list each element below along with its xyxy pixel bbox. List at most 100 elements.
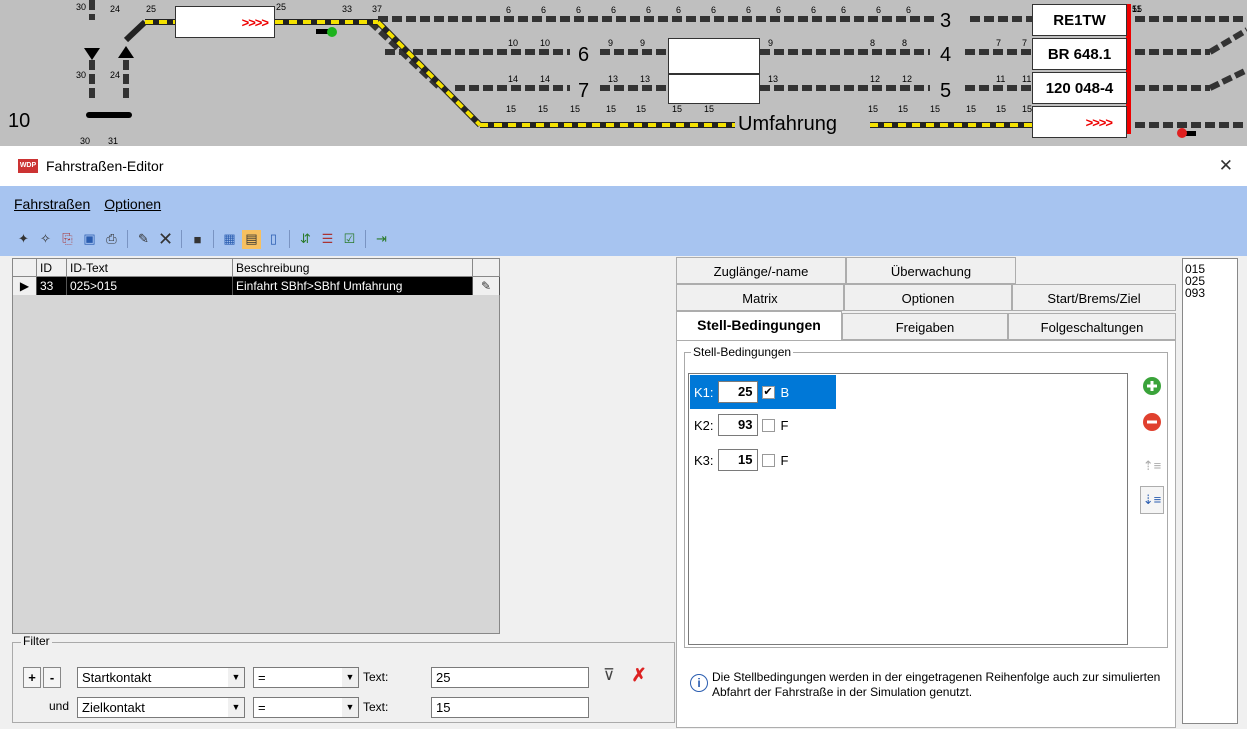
track-number: 6 xyxy=(711,5,717,15)
condition-checkbox[interactable] xyxy=(761,453,775,467)
train-label-2[interactable]: BR 648.1 xyxy=(1032,38,1127,70)
track-number: 30 xyxy=(80,136,91,146)
print-icon[interactable]: ⎙ xyxy=(102,230,121,249)
condition-flag: F xyxy=(780,452,789,468)
condition-value-input[interactable]: 93 xyxy=(717,414,758,436)
condition-row[interactable]: K1: 25 ✔ B xyxy=(690,375,836,409)
check-icon[interactable]: ☑ xyxy=(340,230,359,249)
info-icon: i xyxy=(690,674,708,692)
edit-row-icon[interactable]: ✎ xyxy=(473,277,500,295)
condition-list[interactable]: K1: 25 ✔ B K2: 93 F K3: 15 F xyxy=(688,373,1128,645)
filter-field-select-1[interactable]: Startkontakt ▼ xyxy=(77,667,245,688)
track-number: 10 xyxy=(540,38,551,48)
table-cell-description[interactable]: Einfahrt SBhf>SBhf Umfahrung xyxy=(233,277,473,295)
track-number: 24 xyxy=(110,4,121,14)
condition-row[interactable]: K2: 93 F xyxy=(690,408,836,442)
track-diagram: 30 24 25 25 33 37 30 24 30 31 >>>> 3 4 5… xyxy=(0,0,1247,146)
train-label-1[interactable]: RE1TW xyxy=(1032,4,1127,36)
add-condition-button[interactable] xyxy=(1140,372,1164,400)
track-number: 8 xyxy=(902,38,908,48)
condition-label: K2: xyxy=(694,417,714,433)
move-down-icon[interactable]: ⇣≡ xyxy=(1140,486,1164,514)
column-header-extra xyxy=(473,259,500,277)
track-number: 15 xyxy=(570,104,581,114)
train-label-3[interactable]: 120 048-4 xyxy=(1032,72,1127,104)
chevron-down-icon: ▼ xyxy=(342,668,358,687)
track-number: 6 xyxy=(811,5,817,15)
table-icon[interactable]: ▦ xyxy=(220,230,239,249)
delete-icon[interactable]: ✕ xyxy=(156,229,175,249)
column-header-id[interactable]: ID xyxy=(37,259,67,277)
track-number: 15 xyxy=(636,104,647,114)
stell-bedingungen-legend: Stell-Bedingungen xyxy=(691,345,794,359)
track-number: 11 xyxy=(996,74,1006,84)
chevron-down-icon: ▼ xyxy=(342,698,358,717)
condition-value-input[interactable]: 25 xyxy=(717,381,758,403)
track-label-5: 5 xyxy=(940,80,952,102)
track-number: 6 xyxy=(576,5,582,15)
table-cell-id-text[interactable]: 025>015 xyxy=(67,277,233,295)
filter-text-input-1[interactable]: 25 xyxy=(431,667,589,688)
direction-arrows: >>>> xyxy=(241,14,269,30)
condition-value-input[interactable]: 15 xyxy=(717,449,758,471)
tab-start-brems-ziel[interactable]: Start/Brems/Ziel xyxy=(1012,284,1176,311)
track-number: 13 xyxy=(608,74,619,84)
contact-list[interactable]: 015 025 093 xyxy=(1182,258,1238,724)
tab-zuglaenge[interactable]: Zuglänge/-name xyxy=(676,257,846,284)
filter-clear-icon[interactable]: ✗ xyxy=(627,665,651,689)
tab-ueberwachung[interactable]: Überwachung xyxy=(846,257,1016,284)
track-number: 15 xyxy=(1132,4,1143,14)
track-label-6: 6 xyxy=(578,44,590,66)
filter-add-button[interactable]: + xyxy=(23,667,41,688)
filter-operator-select-1[interactable]: = ▼ xyxy=(253,667,359,688)
close-icon[interactable]: ✕ xyxy=(1219,156,1233,176)
menu-fahrstrassen[interactable]: Fahrstraßen xyxy=(14,196,90,212)
track-number: 13 xyxy=(640,74,651,84)
track-number: 7 xyxy=(1022,38,1028,48)
remove-condition-button[interactable] xyxy=(1140,408,1164,436)
track-number: 9 xyxy=(608,38,614,48)
column-header-id-text[interactable]: ID-Text xyxy=(67,259,233,277)
tab-folgeschaltungen[interactable]: Folgeschaltungen xyxy=(1008,313,1176,340)
tab-optionen[interactable]: Optionen xyxy=(844,284,1012,311)
filter-operator-select-2[interactable]: = ▼ xyxy=(253,697,359,718)
track-number: 7 xyxy=(996,38,1002,48)
new-wizard-icon[interactable]: ✧ xyxy=(36,230,55,249)
rename-icon[interactable]: ✎ xyxy=(134,230,153,249)
copy-icon[interactable]: ⎘ xyxy=(58,230,77,249)
save-icon[interactable]: ▣ xyxy=(80,230,99,249)
new-icon[interactable]: ✦ xyxy=(14,230,33,249)
column-header-description[interactable]: Beschreibung xyxy=(233,259,473,277)
table-vertical-icon[interactable]: ▯ xyxy=(264,230,283,249)
move-up-icon[interactable]: ⇡≡ xyxy=(1140,452,1164,480)
list-item[interactable]: 093 xyxy=(1185,287,1237,299)
track-number: 15 xyxy=(704,104,715,114)
table-split-icon[interactable]: ▤ xyxy=(242,229,261,249)
track-label-10: 10 xyxy=(8,110,31,132)
filter-and-label: und xyxy=(49,699,70,713)
tab-stell-bedingungen[interactable]: Stell-Bedingungen xyxy=(676,311,842,341)
track-number: 30 xyxy=(76,2,87,12)
tab-matrix[interactable]: Matrix xyxy=(676,284,844,311)
route-icon[interactable]: ⇵ xyxy=(296,230,315,249)
condition-row[interactable]: K3: 15 F xyxy=(690,443,836,477)
filter-field-select-2[interactable]: Zielkontakt ▼ xyxy=(77,697,245,718)
filter-remove-button[interactable]: - xyxy=(43,667,61,688)
track-number: 6 xyxy=(506,5,512,15)
filter-text-input-2[interactable]: 15 xyxy=(431,697,589,718)
track-label-umfahrung: Umfahrung xyxy=(738,113,837,135)
condition-label: K3: xyxy=(694,452,714,468)
exit-icon[interactable]: ⇥ xyxy=(372,230,391,249)
track-number: 15 xyxy=(898,104,909,114)
menu-optionen[interactable]: Optionen xyxy=(104,196,161,212)
filter-apply-icon[interactable]: ⊽ xyxy=(597,665,621,689)
window-title: Fahrstraßen-Editor xyxy=(46,158,164,174)
filter-text-label: Text: xyxy=(363,700,389,714)
table-cell-id[interactable]: 33 xyxy=(37,277,67,295)
condition-checkbox[interactable]: ✔ xyxy=(761,385,775,399)
tab-freigaben[interactable]: Freigaben xyxy=(842,313,1008,340)
route-list-icon[interactable]: ☰ xyxy=(318,230,337,249)
block-icon[interactable]: ■ xyxy=(188,230,207,249)
track-number: 6 xyxy=(876,5,882,15)
condition-checkbox[interactable] xyxy=(761,418,775,432)
